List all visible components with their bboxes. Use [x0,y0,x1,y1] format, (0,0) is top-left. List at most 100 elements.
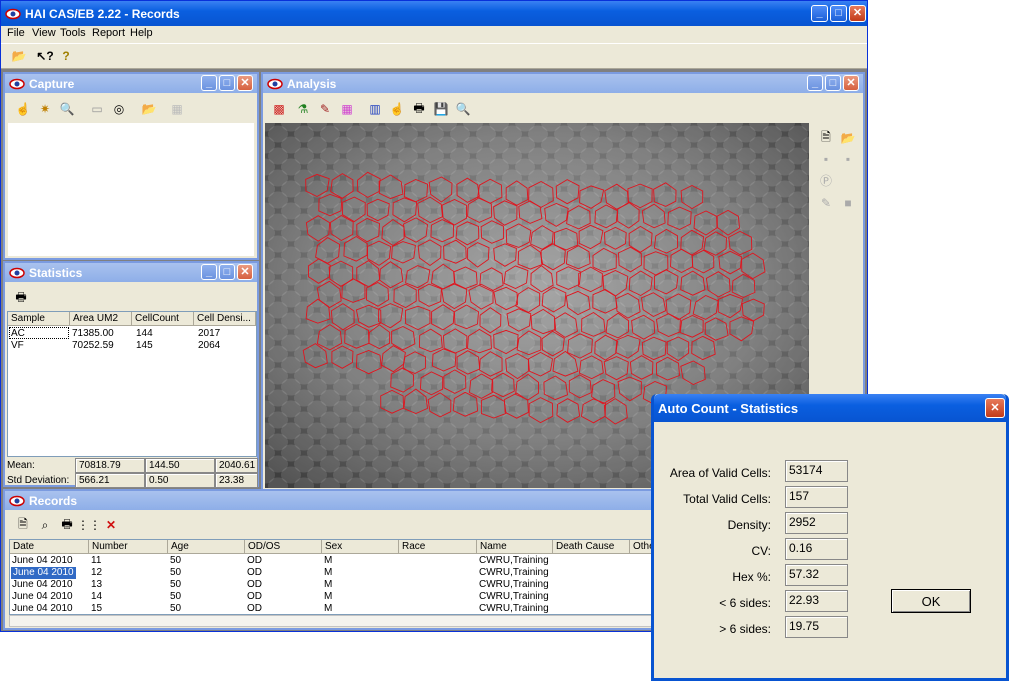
magnifier-icon[interactable]: 🔍 [453,99,473,119]
side-box-icon[interactable]: ■ [838,193,858,213]
mean-density: 2040.61 [215,458,258,473]
table-cell: CWRU,Training [479,555,549,566]
stats-header-cellcount[interactable]: CellCount [132,312,194,326]
side-save-icon[interactable]: ▪ [816,149,836,169]
dialog-field-value: 0.16 [785,538,848,560]
std-count: 0.50 [145,473,215,488]
menu-file[interactable]: File [7,27,25,39]
mean-label: Mean: [7,460,35,471]
table-cell: 15 [91,603,103,614]
table-cell: OD [247,603,262,614]
analysis-pointer-icon[interactable]: ☝ [387,99,407,119]
side-text-icon[interactable]: Ⓟ [816,170,836,190]
table-row[interactable]: AC [9,327,69,339]
stats-header-sample[interactable]: Sample [8,312,70,326]
table-cell: 50 [170,591,182,602]
hex-grid-icon[interactable]: ▩ [269,99,289,119]
table-cell: June 04 2010 [12,555,73,566]
capture-camera-icon[interactable]: ▭ [87,99,107,119]
stats-cell: 145 [136,340,153,351]
close-button[interactable]: ✕ [849,5,866,22]
capture-settings-icon[interactable]: ✷ [35,99,55,119]
table-cell: June 04 2010 [12,603,73,614]
records-header-date[interactable]: Date [10,540,89,554]
dialog-field-label: Total Valid Cells: [683,492,771,506]
menu-tools[interactable]: Tools [60,27,86,39]
capture-open-icon[interactable]: 📂 [139,99,159,119]
dialog-title-bar[interactable]: Auto Count - Statistics [654,394,1006,422]
analysis-minimize-button[interactable]: _ [807,75,823,91]
capture-title: Capture [29,76,75,91]
std-label: Std Deviation: [7,475,70,486]
open-folder-icon[interactable]: 📂 [9,46,29,66]
records-delete-icon[interactable]: ✕ [101,515,121,535]
records-eye-icon [9,495,25,506]
records-print-icon[interactable]: 🖶 [57,515,77,535]
table-cell: OD [247,591,262,602]
brush-icon[interactable]: ✎ [315,99,335,119]
new-record-icon[interactable]: 🗎 [816,128,836,148]
stats-cell: 71385.00 [72,328,114,339]
analysis-maximize-button[interactable]: □ [825,75,841,91]
dialog-close-button[interactable]: ✕ [985,398,1005,418]
statistics-minimize-button[interactable]: _ [201,264,217,280]
statistics-maximize-button[interactable]: □ [219,264,235,280]
records-header-sex[interactable]: Sex [322,540,399,554]
analysis-print-icon[interactable]: 🖶 [409,99,429,119]
flask-icon[interactable]: ⚗ [293,99,313,119]
records-header-death-cause[interactable]: Death Cause [553,540,630,554]
side-save-as-icon[interactable]: ▪ [838,149,858,169]
main-title-bar[interactable]: HAI CAS/EB 2.22 - Records [1,1,867,26]
table-cell: M [324,591,333,602]
records-columns-icon[interactable]: ⋮⋮ [77,515,101,535]
side-open-icon[interactable]: 📂 [838,128,858,148]
stats-cell: 2064 [198,340,221,351]
color-map-icon[interactable]: ▦ [337,99,357,119]
records-header-race[interactable]: Race [399,540,477,554]
help-icon[interactable]: ? [56,46,76,66]
menu-help[interactable]: Help [130,27,153,39]
stats-cell: 2017 [198,328,221,339]
capture-live-icon[interactable]: ◎ [109,99,129,119]
table-cell: 50 [170,579,182,590]
table-cell: 12 [91,567,103,578]
maximize-button[interactable]: □ [830,5,847,22]
stats-header-area[interactable]: Area UM2 [70,312,132,326]
table-cell: 14 [91,591,103,602]
capture-zoom-icon[interactable]: 🔍 [57,99,77,119]
dialog-field-label: Area of Valid Cells: [669,466,771,480]
context-help-icon[interactable]: ↖? [35,46,55,66]
capture-window: Capture _ □ ✕ ☝ ✷ 🔍 ▭ ◎ 📂 ▦ [3,72,259,260]
side-pen-icon[interactable]: ✎ [816,193,836,213]
statistics-close-button[interactable]: ✕ [237,264,253,280]
statistics-print-icon[interactable]: 🖶 [11,288,31,308]
dialog-field-value: 53174 [785,460,848,482]
table-cell: CWRU,Training [479,567,549,578]
records-find-icon[interactable]: ⌕ [35,515,55,535]
capture-pointer-icon[interactable]: ☝ [13,99,33,119]
menu-report[interactable]: Report [92,27,125,39]
analysis-title-bar[interactable]: Analysis [263,74,863,93]
ok-button[interactable]: OK [891,589,971,613]
records-header-odos[interactable]: OD/OS [245,540,322,554]
records-new-icon[interactable]: 🗎 [13,515,33,535]
table-cell: M [324,579,333,590]
analysis-close-button[interactable]: ✕ [843,75,859,91]
menu-view[interactable]: View [32,27,56,39]
minimize-button[interactable]: _ [811,5,828,22]
capture-close-button[interactable]: ✕ [237,75,253,91]
stats-cell[interactable]: VF [11,340,24,352]
records-header-age[interactable]: Age [168,540,245,554]
table-cell: June 04 2010 [12,579,73,590]
stats-cell: 70252.59 [72,340,114,351]
save-icon[interactable]: 💾 [431,99,451,119]
capture-grid-icon[interactable]: ▦ [167,99,187,119]
records-header-number[interactable]: Number [89,540,168,554]
stats-cell: AC [11,328,25,339]
records-header-name[interactable]: Name [477,540,553,554]
stats-header-density[interactable]: Cell Densi... [194,312,256,326]
histogram-icon[interactable]: ▥ [365,99,385,119]
capture-maximize-button[interactable]: □ [219,75,235,91]
dialog-field-value: 19.75 [785,616,848,638]
capture-minimize-button[interactable]: _ [201,75,217,91]
